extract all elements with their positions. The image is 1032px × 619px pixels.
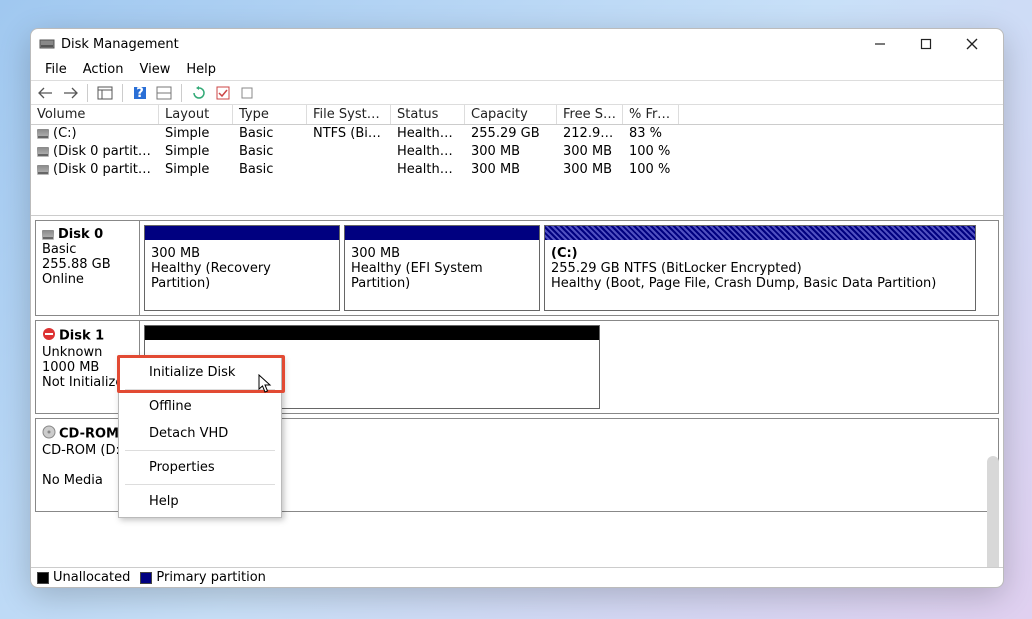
disk-0-state: Online (42, 272, 84, 287)
volume-list-header: VolumeLayoutTypeFile SystemStatusCapacit… (31, 105, 1003, 125)
column-header[interactable]: Volume (31, 105, 159, 124)
table-cell: Healthy (B... (391, 125, 465, 143)
unallocated-body (145, 340, 599, 352)
table-cell: Simple (159, 143, 233, 161)
close-button[interactable] (949, 29, 995, 59)
back-button[interactable] (35, 83, 57, 103)
cdrom-drive-letter: CD-ROM (D:) (42, 443, 125, 458)
window-controls (857, 29, 995, 59)
table-cell: 300 MB (465, 161, 557, 179)
partition[interactable]: (C:)255.29 GB NTFS (BitLocker Encrypted)… (544, 225, 976, 311)
column-header[interactable]: % Free (623, 105, 679, 124)
ctx-detach-vhd[interactable]: Detach VHD (119, 420, 281, 447)
table-cell: NTFS (BitLo... (307, 125, 391, 143)
menu-view[interactable]: View (131, 60, 178, 79)
table-cell: Basic (233, 125, 307, 143)
disk-0-row: Disk 0 Basic 255.88 GB Online 300 MBHeal… (35, 220, 999, 316)
column-header[interactable]: Free Sp... (557, 105, 623, 124)
column-header[interactable]: File System (307, 105, 391, 124)
ctx-offline[interactable]: Offline (119, 393, 281, 420)
volume-list-rows[interactable]: (C:)SimpleBasicNTFS (BitLo...Healthy (B.… (31, 125, 1003, 215)
table-cell: (Disk 0 partition 1) (31, 143, 159, 161)
table-row[interactable]: (C:)SimpleBasicNTFS (BitLo...Healthy (B.… (31, 125, 1003, 143)
unallocated-header (145, 326, 599, 340)
table-cell: Simple (159, 161, 233, 179)
table-cell: 300 MB (465, 143, 557, 161)
toolbar-misc-icon[interactable] (236, 83, 258, 103)
partition-header (145, 226, 339, 240)
table-cell: 100 % (623, 143, 679, 161)
partition-header (345, 226, 539, 240)
table-cell: Basic (233, 161, 307, 179)
column-header[interactable]: Status (391, 105, 465, 124)
column-header[interactable]: Type (233, 105, 307, 124)
toolbar-view-icon[interactable] (94, 83, 116, 103)
table-cell: 83 % (623, 125, 679, 143)
ctx-initialize-disk[interactable]: Initialize Disk (119, 359, 281, 386)
column-header[interactable]: Layout (159, 105, 233, 124)
help-icon[interactable]: ? (129, 83, 151, 103)
legend-unallocated-swatch (37, 572, 49, 584)
maximize-button[interactable] (903, 29, 949, 59)
scrollbar[interactable] (987, 456, 999, 567)
context-menu: Initialize Disk Offline Detach VHD Prope… (118, 356, 282, 518)
app-icon (39, 36, 55, 52)
menu-help[interactable]: Help (178, 60, 224, 79)
disk-icon (42, 230, 54, 240)
minimize-button[interactable] (857, 29, 903, 59)
partition[interactable]: 300 MBHealthy (Recovery Partition) (144, 225, 340, 311)
forward-button[interactable] (59, 83, 81, 103)
table-cell: Simple (159, 125, 233, 143)
table-cell: 100 % (623, 161, 679, 179)
column-header[interactable]: Capacity (465, 105, 557, 124)
disk-0-type: Basic (42, 242, 76, 257)
legend-primary-swatch (140, 572, 152, 584)
disk-1-name: Disk 1 (59, 329, 104, 344)
refresh-icon[interactable] (188, 83, 210, 103)
disk-1-type: Unknown (42, 345, 102, 360)
window-title: Disk Management (61, 37, 857, 52)
partition-body: 300 MBHealthy (Recovery Partition) (145, 240, 339, 297)
cdrom-name: CD-ROM (59, 427, 119, 442)
menu-action[interactable]: Action (75, 60, 132, 79)
disk-1-size: 1000 MB (42, 360, 99, 375)
disk-0-partitions: 300 MBHealthy (Recovery Partition)300 MB… (140, 221, 998, 315)
cdrom-icon (42, 425, 56, 443)
partition-body: (C:)255.29 GB NTFS (BitLocker Encrypted)… (545, 240, 975, 297)
disk-0-size: 255.88 GB (42, 257, 111, 272)
table-row[interactable]: (Disk 0 partition 2)SimpleBasic Healthy (… (31, 161, 1003, 179)
toolbar-check-icon[interactable] (212, 83, 234, 103)
toolbar: ? (31, 81, 1003, 105)
titlebar: Disk Management (31, 29, 1003, 59)
legend: Unallocated Primary partition (31, 567, 1003, 587)
legend-primary-label: Primary partition (156, 570, 266, 585)
volume-list: VolumeLayoutTypeFile SystemStatusCapacit… (31, 105, 1003, 216)
table-cell: 300 MB (557, 161, 623, 179)
partition-header (545, 226, 975, 240)
partition[interactable]: 300 MBHealthy (EFI System Partition) (344, 225, 540, 311)
disk-0-info[interactable]: Disk 0 Basic 255.88 GB Online (36, 221, 140, 315)
table-cell: (Disk 0 partition 2) (31, 161, 159, 179)
ctx-help[interactable]: Help (119, 488, 281, 515)
disk-error-icon (42, 327, 56, 345)
table-cell: 255.29 GB (465, 125, 557, 143)
menubar: File Action View Help (31, 59, 1003, 81)
toolbar-layout-icon[interactable] (153, 83, 175, 103)
legend-unallocated-label: Unallocated (53, 570, 130, 585)
ctx-properties[interactable]: Properties (119, 454, 281, 481)
table-cell: Healthy (R... (391, 143, 465, 161)
table-cell: (C:) (31, 125, 159, 143)
menu-file[interactable]: File (37, 60, 75, 79)
table-row[interactable]: (Disk 0 partition 1)SimpleBasic Healthy (… (31, 143, 1003, 161)
cdrom-state: No Media (42, 473, 103, 488)
disk-0-name: Disk 0 (58, 227, 103, 242)
table-cell: Healthy (E... (391, 161, 465, 179)
table-cell: Basic (233, 143, 307, 161)
svg-text:?: ? (136, 86, 144, 100)
table-cell: 300 MB (557, 143, 623, 161)
table-cell: 212.97 GB (557, 125, 623, 143)
partition-body: 300 MBHealthy (EFI System Partition) (345, 240, 539, 297)
